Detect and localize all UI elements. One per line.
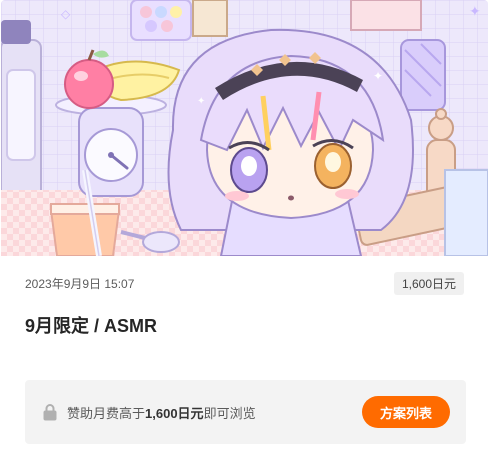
locked-content-box: 赞助月费高于1,600日元即可浏览 方案列表: [25, 380, 466, 444]
svg-text:✦: ✦: [373, 69, 383, 83]
character-illustration: [167, 28, 414, 256]
blender-icon: [1, 20, 42, 201]
post-date: 2023年9月9日 15:07: [25, 276, 135, 291]
lock-message-prefix: 赞助月费高于: [67, 406, 146, 421]
plan-list-button[interactable]: 方案列表: [362, 396, 450, 428]
lock-message-amount: 1,600日元: [145, 406, 204, 421]
svg-text:◇: ◇: [61, 7, 71, 21]
lock-icon: [43, 404, 57, 421]
hero-illustration[interactable]: ✦ ◇ ✦ ✦: [1, 0, 488, 256]
post-card[interactable]: ✦ ◇ ✦ ✦ 2023年9月9日 15:07 1,600日元 9月限定 / A…: [1, 0, 488, 468]
svg-text:✦: ✦: [469, 3, 481, 19]
post-meta: 2023年9月9日 15:07 1,600日元: [25, 271, 464, 295]
svg-text:✦: ✦: [197, 96, 205, 107]
lock-message-suffix: 即可浏览: [203, 406, 256, 421]
price-badge: 1,600日元: [393, 271, 464, 295]
post-title[interactable]: 9月限定 / ASMR: [25, 312, 157, 338]
lock-message: 赞助月费高于1,600日元即可浏览: [67, 403, 256, 422]
